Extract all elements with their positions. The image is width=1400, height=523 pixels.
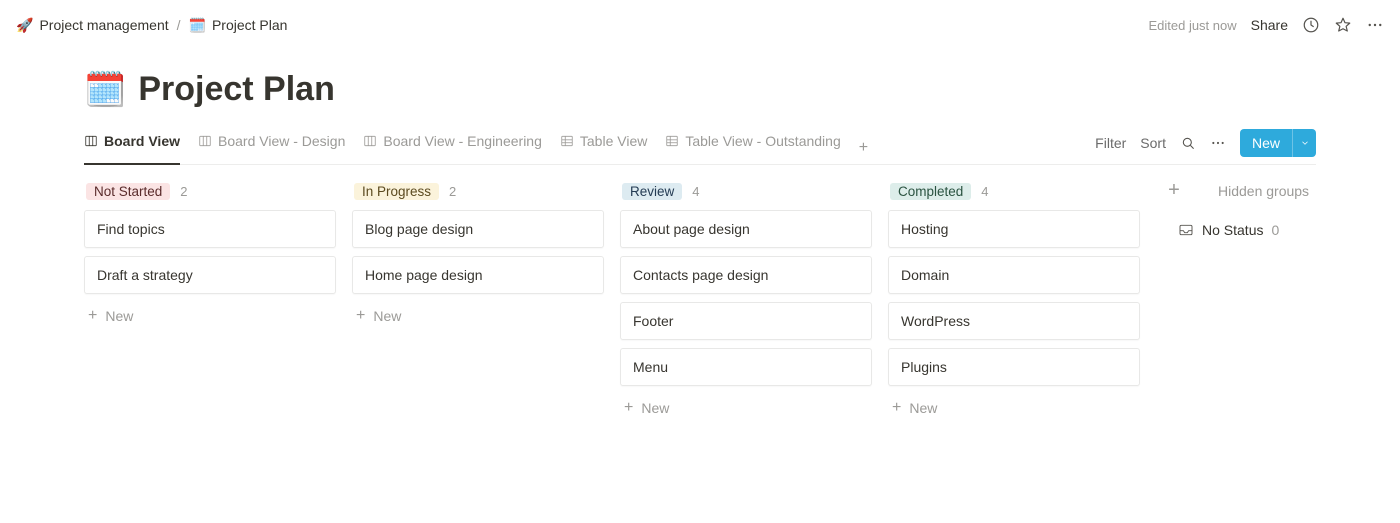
add-card-label: New (641, 400, 669, 416)
table-icon (665, 134, 679, 148)
view-tab-label: Board View - Engineering (383, 133, 542, 149)
new-button: New (1240, 129, 1316, 157)
breadcrumb: 🚀 Project management / 🗓️ Project Plan (16, 17, 287, 33)
view-tab-label: Board View - Design (218, 133, 345, 149)
status-tag: Not Started (86, 183, 170, 200)
topbar: 🚀 Project management / 🗓️ Project Plan E… (0, 0, 1400, 40)
status-tag: Completed (890, 183, 971, 200)
views-row: Board View Board View - Design Board View … (84, 125, 1316, 165)
add-card-button[interactable]: + New (352, 302, 604, 330)
add-card-label: New (105, 308, 133, 324)
view-tab-4[interactable]: Table View - Outstanding (665, 125, 840, 164)
table-icon (560, 134, 574, 148)
board-column: Completed 4 Hosting Domain WordPress Plugins +… (888, 179, 1140, 422)
content: 🗓️ Project Plan Board View Board View - D… (0, 40, 1400, 422)
board-card[interactable]: Domain (888, 256, 1140, 294)
title-row: 🗓️ Project Plan (84, 70, 1316, 109)
filter-button[interactable]: Filter (1095, 135, 1126, 151)
breadcrumb-page-label: Project Plan (212, 17, 287, 33)
board-card[interactable]: Home page design (352, 256, 604, 294)
board-side-panel: + Hidden groups No Status 0 (1156, 179, 1309, 238)
no-status-group[interactable]: No Status 0 (1178, 222, 1309, 238)
add-card-button[interactable]: + New (620, 394, 872, 422)
column-header[interactable]: In Progress 2 (352, 179, 604, 210)
column-header[interactable]: Review 4 (620, 179, 872, 210)
column-count: 4 (981, 184, 988, 199)
board-column: Not Started 2 Find topics Draft a strategy +… (84, 179, 336, 330)
plus-icon: + (624, 400, 633, 416)
view-tab-0[interactable]: Board View (84, 125, 180, 164)
tray-icon (1178, 222, 1194, 238)
board-card[interactable]: Footer (620, 302, 872, 340)
view-tab-2[interactable]: Board View - Engineering (363, 125, 542, 164)
column-header[interactable]: Completed 4 (888, 179, 1140, 210)
new-button-caret[interactable] (1292, 129, 1316, 157)
view-tab-3[interactable]: Table View (560, 125, 647, 164)
breadcrumb-separator: / (175, 17, 183, 33)
breadcrumb-page[interactable]: 🗓️ Project Plan (189, 17, 288, 33)
no-status-label: No Status (1202, 222, 1263, 238)
more-icon[interactable] (1366, 16, 1384, 34)
add-card-button[interactable]: + New (84, 302, 336, 330)
board-card[interactable]: About page design (620, 210, 872, 248)
share-button[interactable]: Share (1251, 17, 1288, 33)
breadcrumb-parent[interactable]: 🚀 Project management (16, 17, 169, 33)
status-tag: In Progress (354, 183, 439, 200)
views-toolbar: Filter Sort New (1095, 129, 1316, 161)
plus-icon: + (356, 308, 365, 324)
options-icon[interactable] (1210, 135, 1226, 151)
board-card[interactable]: Menu (620, 348, 872, 386)
column-count: 4 (692, 184, 699, 199)
column-count: 2 (449, 184, 456, 199)
add-card-label: New (909, 400, 937, 416)
star-icon[interactable] (1334, 16, 1352, 34)
search-icon[interactable] (1180, 135, 1196, 151)
status-tag: Review (622, 183, 682, 200)
board-card[interactable]: Find topics (84, 210, 336, 248)
breadcrumb-parent-label: Project management (39, 17, 168, 33)
board-card[interactable]: Contacts page design (620, 256, 872, 294)
page-icon[interactable]: 🗓️ (84, 73, 126, 107)
new-button-label[interactable]: New (1240, 129, 1292, 157)
board-icon (84, 134, 98, 148)
board-icon (363, 134, 377, 148)
clock-icon[interactable] (1302, 16, 1320, 34)
plus-icon: + (892, 400, 901, 416)
board-card[interactable]: Blog page design (352, 210, 604, 248)
board-column: Review 4 About page design Contacts page de… (620, 179, 872, 422)
column-count: 2 (180, 184, 187, 199)
add-card-button[interactable]: + New (888, 394, 1140, 422)
board-card[interactable]: Draft a strategy (84, 256, 336, 294)
column-header[interactable]: Not Started 2 (84, 179, 336, 210)
calendar-icon: 🗓️ (189, 18, 206, 32)
view-tab-label: Board View (104, 133, 180, 149)
top-actions: Edited just now Share (1148, 16, 1384, 34)
page-title[interactable]: Project Plan (138, 70, 335, 109)
board-card[interactable]: Hosting (888, 210, 1140, 248)
edited-timestamp: Edited just now (1148, 18, 1236, 33)
board-card[interactable]: WordPress (888, 302, 1140, 340)
plus-icon: + (88, 308, 97, 324)
rocket-icon: 🚀 (16, 18, 33, 32)
add-column-button[interactable]: + (1162, 179, 1186, 202)
board: Not Started 2 Find topics Draft a strategy +… (84, 165, 1316, 422)
view-tab-label: Table View - Outstanding (685, 133, 840, 149)
board-column: In Progress 2 Blog page design Home page de… (352, 179, 604, 330)
view-tab-1[interactable]: Board View - Design (198, 125, 345, 164)
board-card[interactable]: Plugins (888, 348, 1140, 386)
add-card-label: New (373, 308, 401, 324)
sort-button[interactable]: Sort (1140, 135, 1166, 151)
board-icon (198, 134, 212, 148)
hidden-groups-label[interactable]: Hidden groups (1218, 183, 1309, 199)
view-tab-label: Table View (580, 133, 647, 149)
plus-icon: + (859, 140, 868, 156)
no-status-count: 0 (1271, 222, 1279, 238)
views-list: Board View Board View - Design Board View … (84, 125, 868, 164)
add-view-button[interactable]: + (859, 140, 868, 164)
